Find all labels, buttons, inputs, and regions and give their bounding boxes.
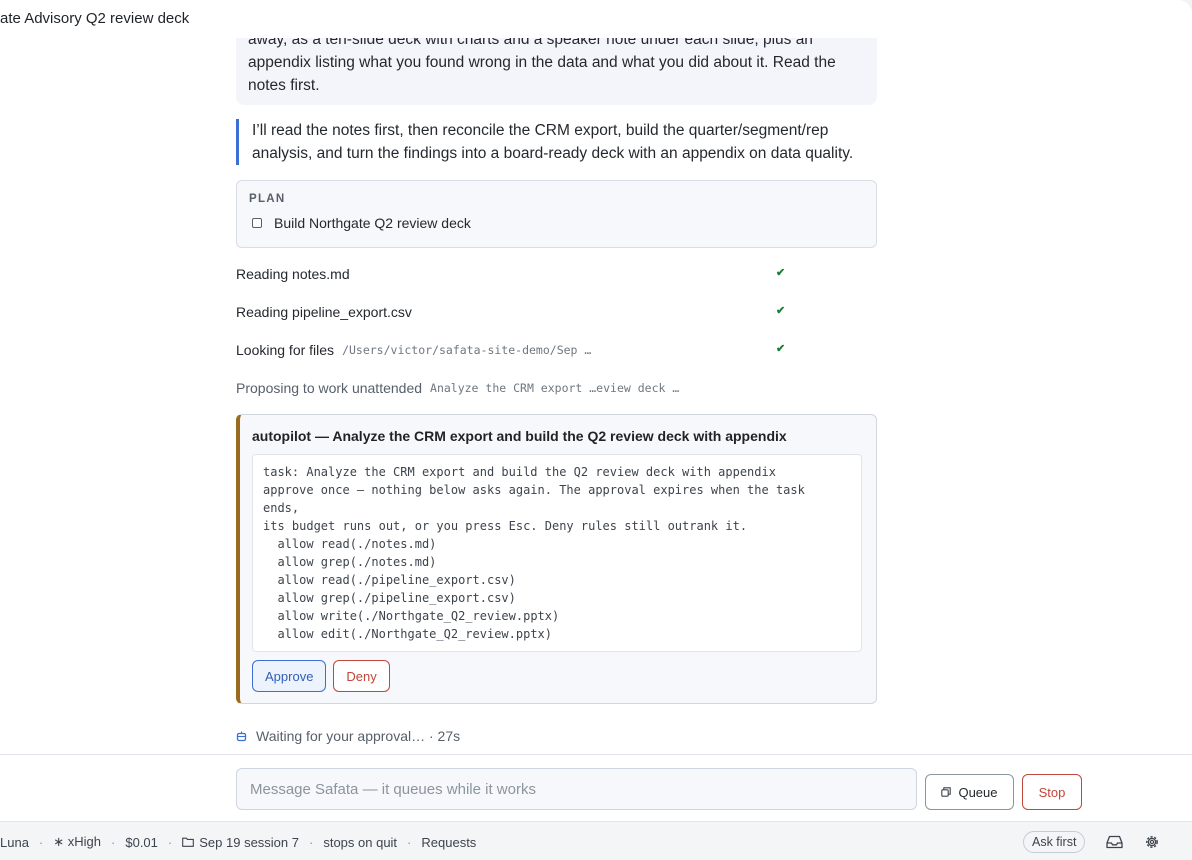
deny-button[interactable]: Deny (333, 660, 390, 692)
waiting-text: Waiting for your approval… · 27s (256, 728, 461, 744)
queue-button-label: Queue (958, 784, 998, 800)
assistant-message-line: analysis, and turn the findings into a b… (252, 145, 854, 162)
separator: · (167, 834, 173, 850)
step-detail: /Users/victor/safata-site-demo/Sep … (342, 343, 592, 357)
plan-item-label: Build Northgate Q2 review deck (274, 215, 471, 231)
step-label: Reading notes.md (236, 266, 350, 282)
inbox-icon[interactable] (1104, 832, 1124, 852)
check-icon: ✔ (776, 267, 786, 279)
step-detail: Analyze the CRM export …eview deck … (430, 381, 680, 395)
model-selector[interactable]: Luna (0, 835, 29, 850)
user-message: away, as a ten-slide deck with charts an… (236, 38, 877, 105)
step-label: Reading pipeline_export.csv (236, 304, 412, 320)
check-icon: ✔ (776, 343, 786, 355)
autopilot-actions: Approve Deny (252, 660, 862, 692)
folder-icon (182, 837, 195, 847)
user-message-line: appendix listing what you found wrong in… (248, 54, 836, 71)
stop-button[interactable]: Stop (1022, 774, 1082, 810)
composer: Queue Stop (0, 754, 1192, 821)
check-icon: ✔ (776, 305, 786, 317)
queue-icon (941, 787, 952, 797)
robot-icon (236, 731, 247, 741)
status-items: Luna · ∗ xHigh · $0.01 · Sep 19 session … (0, 834, 476, 850)
cost-readout: $0.01 (125, 834, 158, 850)
status-bar: Luna · ∗ xHigh · $0.01 · Sep 19 session … (0, 821, 1192, 860)
assistant-message: I’ll read the notes first, then reconcil… (236, 119, 876, 165)
requests-link[interactable]: Requests (421, 835, 476, 850)
app-window: ate Advisory Q2 review deck away, as a t… (0, 0, 1192, 860)
autopilot-approval-card: autopilot — Analyze the CRM export and b… (236, 414, 877, 704)
transcript[interactable]: away, as a ten-slide deck with charts an… (0, 38, 1192, 754)
separator: · (407, 834, 412, 850)
approve-button[interactable]: Approve (252, 660, 327, 692)
step-row: Looking for files /Users/victor/safata-s… (236, 340, 796, 360)
page-title: ate Advisory Q2 review deck (0, 10, 190, 27)
separator: · (308, 834, 314, 850)
autopilot-permissions-code: task: Analyze the CRM export and build t… (252, 454, 862, 652)
user-message-line: away, as a ten-slide deck with charts an… (248, 38, 813, 48)
plan-card: PLAN Build Northgate Q2 review deck (236, 180, 877, 248)
autopilot-title: autopilot — Analyze the CRM export and b… (252, 428, 787, 444)
plan-item[interactable]: Build Northgate Q2 review deck (249, 215, 864, 231)
effort-selector[interactable]: ∗ xHigh (53, 834, 101, 850)
waiting-status: Waiting for your approval… · 27s (236, 728, 460, 744)
step-label: Proposing to work unattended (236, 380, 423, 396)
plan-label: PLAN (249, 193, 286, 205)
queue-button[interactable]: Queue (925, 774, 1014, 810)
plan-item-checkbox[interactable] (252, 218, 262, 228)
user-message-line: notes first. (248, 77, 320, 94)
step-row: Reading pipeline_export.csv ✔ (236, 302, 796, 322)
session-selector[interactable]: Sep 19 session 7 (199, 835, 299, 850)
permission-mode-button[interactable]: Ask first (1023, 831, 1086, 853)
gear-icon[interactable] (1142, 832, 1162, 852)
assistant-message-line: I’ll read the notes first, then reconcil… (252, 122, 829, 139)
step-label: Looking for files (236, 342, 335, 358)
stop-policy[interactable]: stops on quit (323, 835, 397, 850)
message-input[interactable] (236, 768, 917, 810)
step-row: Reading notes.md ✔ (236, 264, 796, 284)
step-row: Proposing to work unattended Analyze the… (236, 378, 796, 398)
separator: · (111, 834, 116, 850)
separator: · (38, 834, 44, 850)
